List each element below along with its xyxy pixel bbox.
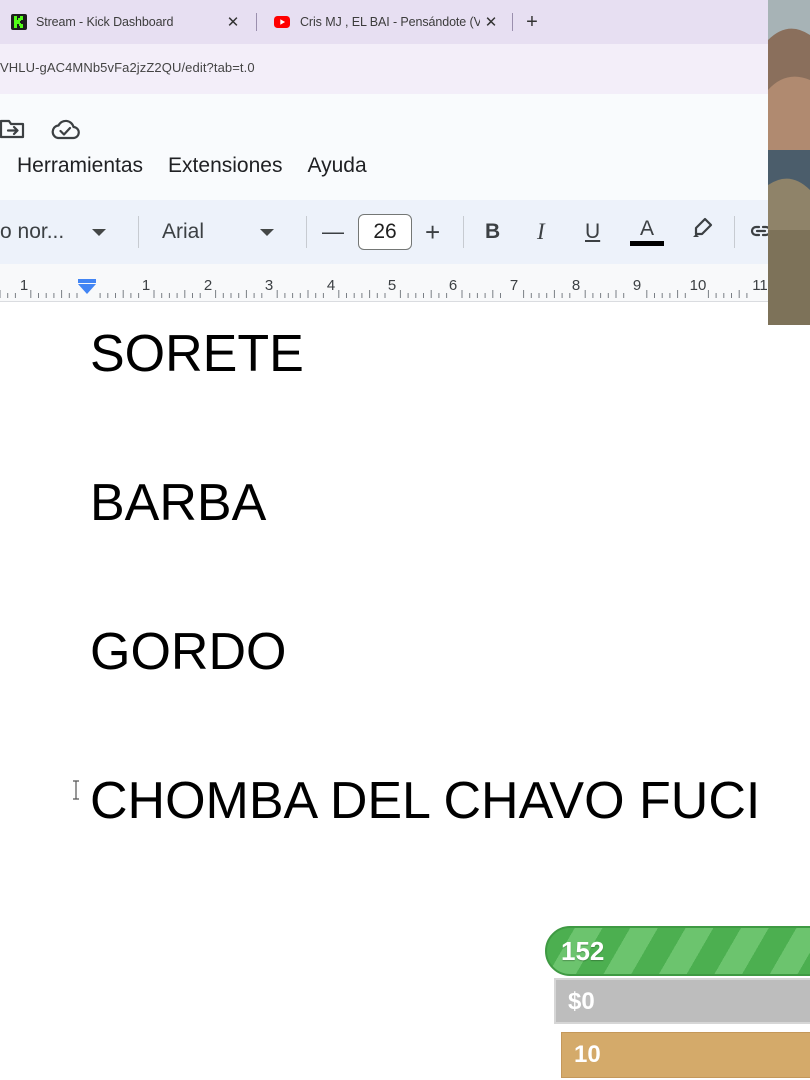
ruler-label: 5	[388, 277, 396, 294]
docs-menubar: Herramientas Extensiones Ayuda	[17, 154, 392, 178]
docs-toolbar: o nor... Arial — 26 + B I U A	[0, 200, 810, 264]
ruler-label: 11	[752, 277, 768, 294]
cloud-saved-icon[interactable]	[50, 118, 80, 140]
highlight-pen-icon[interactable]	[690, 216, 714, 240]
ruler-label: 2	[204, 277, 212, 294]
tab-title: Stream - Kick Dashboard	[36, 15, 174, 29]
ruler-label: 1	[20, 277, 28, 294]
subscriber-goal-bar: 10	[561, 1032, 810, 1078]
font-family-select[interactable]: Arial	[162, 200, 286, 264]
increase-font-size-button[interactable]: +	[425, 200, 440, 264]
goal-count: 152	[561, 936, 605, 966]
document-line[interactable]: BARBA	[90, 473, 266, 533]
font-size-input[interactable]: 26	[358, 214, 412, 250]
ruler-label: 6	[449, 277, 457, 294]
ruler-label: 8	[572, 277, 580, 294]
subscriber-count: 10	[574, 1041, 601, 1068]
browser-tab-strip: Stream - Kick Dashboard ✕ Cris MJ , EL B…	[0, 0, 810, 44]
ruler-label: 7	[510, 277, 518, 294]
document-line[interactable]: CHOMBA DEL CHAVO FUCI	[90, 771, 760, 831]
document-line[interactable]: SORETE	[90, 324, 304, 384]
toolbar-divider	[306, 216, 307, 248]
ruler[interactable]: 1 1 2 3 4 5 6 7 8 9 10 11	[0, 264, 768, 302]
underline-button[interactable]: U	[585, 200, 600, 264]
menu-extensiones[interactable]: Extensiones	[168, 154, 282, 178]
address-bar: VHLU-gAC4MNb5vFa2jzZ2QU/edit?tab=t.0	[0, 44, 810, 94]
document-line[interactable]: GORDO	[90, 622, 286, 682]
donation-goal-bar: $0	[554, 978, 810, 1024]
toolbar-divider	[138, 216, 139, 248]
paragraph-style-select[interactable]: o nor...	[0, 200, 120, 264]
ruler-label: 9	[633, 277, 641, 294]
decrease-font-size-button[interactable]: —	[322, 200, 344, 264]
ruler-scale: 1 1 2 3 4 5 6 7 8 9 10 11	[0, 277, 768, 298]
follower-goal-bar: 152	[545, 926, 810, 976]
tab-kick-dashboard[interactable]: Stream - Kick Dashboard ✕	[0, 6, 250, 38]
first-line-indent-marker	[78, 279, 96, 283]
ruler-label: 3	[265, 277, 273, 294]
docs-header: Herramientas Extensiones Ayuda	[0, 94, 810, 200]
menu-herramientas[interactable]: Herramientas	[17, 154, 143, 178]
close-tab-icon[interactable]: ✕	[222, 13, 244, 31]
new-tab-button[interactable]: +	[520, 8, 544, 36]
tab-divider	[256, 13, 257, 31]
chevron-down-icon	[92, 228, 107, 236]
close-tab-icon[interactable]: ✕	[480, 13, 502, 31]
chevron-down-icon	[260, 228, 275, 236]
italic-button[interactable]: I	[537, 200, 545, 264]
youtube-icon	[274, 16, 290, 28]
tab-title: Cris MJ , EL BAI - Pensándote (V	[300, 15, 480, 29]
toolbar-divider	[734, 216, 735, 248]
tab-youtube-video[interactable]: Cris MJ , EL BAI - Pensándote (V ✕	[262, 6, 508, 38]
kick-icon	[11, 14, 27, 30]
paragraph-style-value: o nor...	[0, 220, 65, 243]
text-color-letter: A	[639, 217, 654, 240]
move-to-folder-icon[interactable]	[0, 118, 26, 140]
ruler-label: 1	[142, 277, 150, 294]
ruler-label: 4	[327, 277, 335, 294]
text-color-button[interactable]: A	[630, 200, 664, 264]
webcam-feed-image	[768, 0, 810, 325]
webcam-overlay	[768, 0, 810, 325]
ruler-label: 10	[690, 277, 707, 294]
toolbar-divider	[463, 216, 464, 248]
donation-amount: $0	[568, 988, 595, 1015]
menu-ayuda[interactable]: Ayuda	[307, 154, 366, 178]
url-field[interactable]: VHLU-gAC4MNb5vFa2jzZ2QU/edit?tab=t.0	[0, 60, 255, 75]
text-cursor-icon	[73, 780, 79, 800]
bold-button[interactable]: B	[485, 200, 500, 264]
text-color-swatch	[630, 241, 664, 246]
tab-divider	[512, 13, 513, 31]
indent-marker-icon	[78, 284, 96, 294]
font-family-value: Arial	[162, 220, 205, 243]
